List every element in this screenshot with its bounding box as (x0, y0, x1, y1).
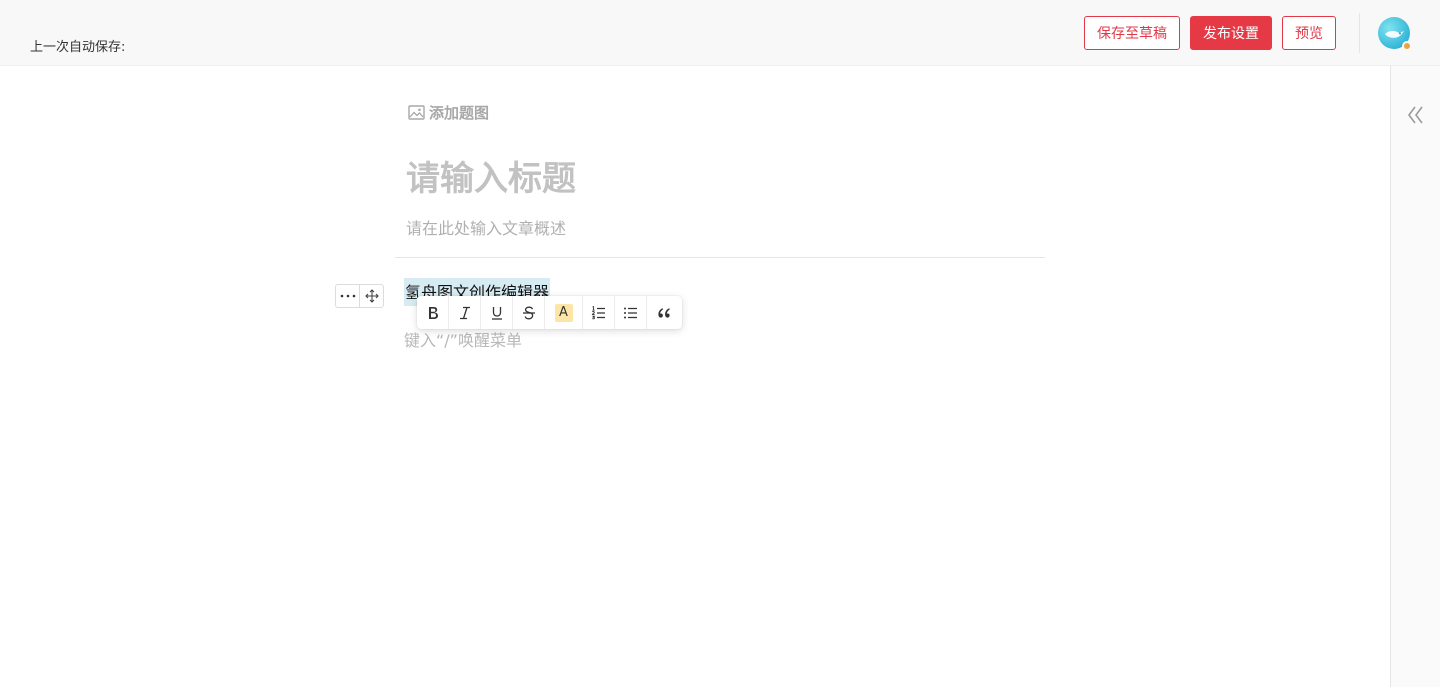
block-handle (335, 284, 384, 308)
highlight-icon[interactable]: A (545, 296, 583, 329)
image-icon (408, 104, 425, 120)
avatar[interactable] (1378, 17, 1412, 51)
top-bar: 上一次自动保存: 保存至草稿 发布设置 预览 (0, 0, 1440, 66)
strikethrough-icon[interactable] (513, 296, 545, 329)
add-cover-label: 添加题图 (429, 103, 490, 122)
highlight-letter: A (554, 303, 573, 322)
summary-input[interactable] (406, 216, 1036, 240)
double-chevron-left-icon[interactable] (1406, 104, 1426, 126)
add-cover-image-button[interactable]: 添加题图 (408, 101, 489, 123)
drag-move-icon[interactable] (359, 285, 383, 307)
right-side-panel (1390, 66, 1440, 687)
bullet-list-icon[interactable] (615, 296, 647, 329)
header-divider (1359, 13, 1360, 53)
ordered-list-icon[interactable] (583, 296, 615, 329)
avatar-badge (1402, 41, 1412, 51)
bold-icon[interactable] (417, 296, 449, 329)
more-options-icon[interactable] (336, 285, 359, 307)
preview-button[interactable]: 预览 (1282, 16, 1336, 50)
quote-icon[interactable] (647, 296, 680, 329)
underline-icon[interactable] (481, 296, 513, 329)
save-draft-button[interactable]: 保存至草稿 (1084, 16, 1180, 50)
empty-line-hint[interactable]: 键入“/”唤醒菜单 (404, 327, 522, 351)
title-input[interactable] (406, 156, 1036, 202)
publish-settings-button[interactable]: 发布设置 (1190, 16, 1272, 50)
header-separator (395, 257, 1045, 258)
autosave-status: 上一次自动保存: (30, 40, 126, 55)
italic-icon[interactable] (449, 296, 481, 329)
inline-format-toolbar: A (417, 296, 682, 329)
